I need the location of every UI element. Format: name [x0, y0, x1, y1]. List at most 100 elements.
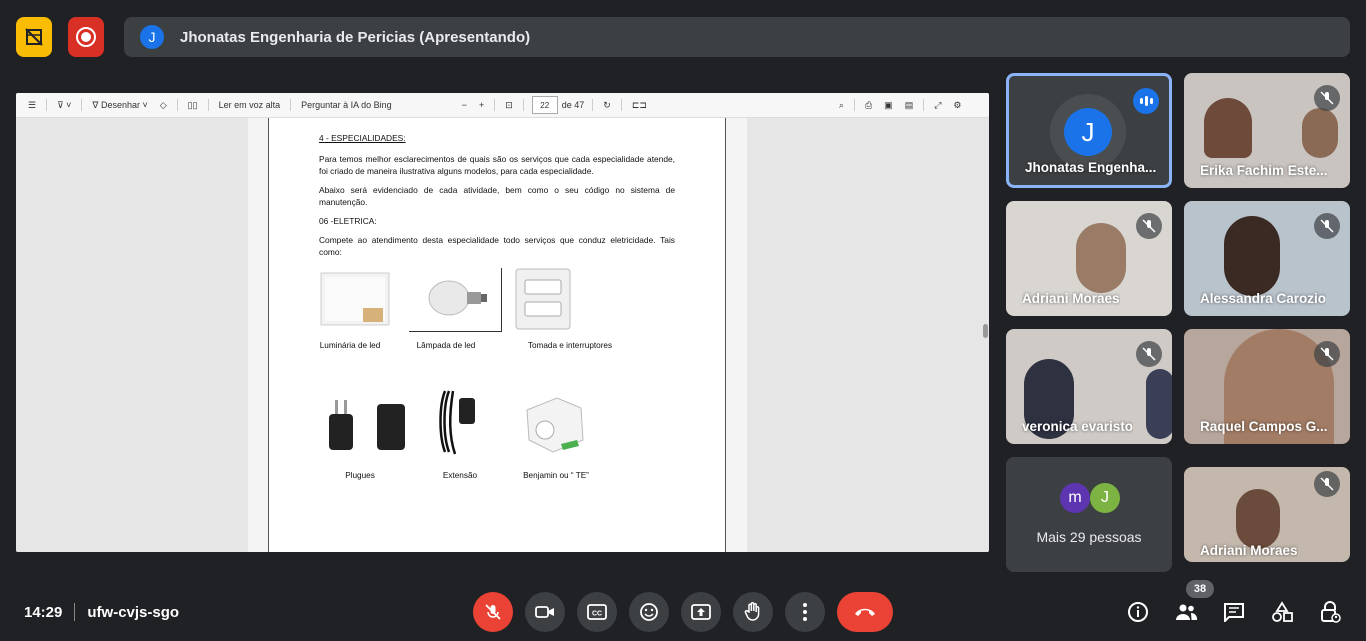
- fit-page-icon[interactable]: ⊡: [505, 100, 513, 111]
- benjamin-adapter-image: [517, 390, 597, 460]
- eraser-icon[interactable]: ◇: [160, 100, 167, 111]
- doc-paragraph: Para temos melhor esclarecimentos de qua…: [319, 154, 675, 176]
- camera-icon: [535, 606, 554, 618]
- plugs-image: [321, 394, 413, 458]
- ask-bing-button[interactable]: Perguntar à IA do Bing: [301, 100, 392, 110]
- caption: Plugues: [345, 471, 375, 480]
- film-off-icon: [25, 28, 43, 46]
- save-as-icon[interactable]: ▤: [905, 100, 914, 111]
- mic-off-icon: [1314, 341, 1340, 367]
- participant-tile-adriani-2[interactable]: Adriani Moraes: [1184, 467, 1350, 562]
- host-controls-button[interactable]: [1316, 598, 1344, 626]
- zoom-in-icon[interactable]: +: [479, 100, 484, 110]
- lock-person-icon: [1321, 601, 1341, 623]
- doc-heading: 4 - ESPECIALIDADES:: [319, 133, 406, 143]
- caption: Benjamin ou “ TE”: [523, 471, 589, 480]
- shapes-icon: [1272, 601, 1293, 622]
- pdf-toolbar: ☰ ⊽ ˅ ∇ Desenhar ˅ ◇ ▯▯ Ler em voz alta …: [16, 93, 989, 118]
- mic-off-icon: [485, 604, 501, 620]
- hang-up-icon: [855, 608, 875, 616]
- caption: Extensão: [442, 471, 478, 480]
- captions-button[interactable]: CC: [577, 592, 617, 632]
- draw-icon: ∇: [92, 99, 101, 110]
- fullscreen-icon[interactable]: ⤢: [934, 100, 941, 111]
- doc-section-title: 06 -ELETRICA:: [319, 216, 377, 226]
- participant-tile-jhonatas[interactable]: J Jhonatas Engenha...: [1006, 73, 1172, 188]
- extension-image: [435, 386, 483, 462]
- present-screen-button[interactable]: [681, 592, 721, 632]
- participant-name: veronica evaristo: [1022, 419, 1134, 434]
- recording-button[interactable]: [68, 17, 104, 57]
- save-icon[interactable]: ▣: [884, 100, 893, 111]
- two-page-icon[interactable]: ⊏⊐: [632, 100, 647, 111]
- shared-screen: ☰ ⊽ ˅ ∇ Desenhar ˅ ◇ ▯▯ Ler em voz alta …: [16, 93, 989, 552]
- participant-avatar: J: [1090, 483, 1120, 513]
- chat-button[interactable]: [1220, 598, 1248, 626]
- led-bulb-image: [409, 268, 502, 332]
- search-icon[interactable]: ⌕: [839, 100, 844, 111]
- mic-off-icon: [1314, 213, 1340, 239]
- participant-name: Erika Fachim Este...: [1200, 163, 1328, 178]
- more-vert-icon: [803, 603, 807, 621]
- presenter-bar: J Jhonatas Engenharia de Pericias (Apres…: [124, 17, 1350, 57]
- contents-icon[interactable]: ☰: [28, 100, 36, 111]
- closed-captions-icon: CC: [587, 604, 607, 620]
- participant-avatar: m: [1060, 483, 1090, 513]
- outlet-image: [515, 268, 571, 334]
- pdf-page: 4 - ESPECIALIDADES: Para temos melhor es…: [268, 118, 726, 552]
- camera-toggle-button[interactable]: [525, 592, 565, 632]
- present-icon: [691, 604, 711, 620]
- doc-paragraph: Compete ao atendimento desta especialida…: [319, 235, 675, 257]
- participant-name: Adriani Moraes: [1022, 291, 1120, 306]
- read-aloud-button[interactable]: Ler em voz alta: [219, 100, 281, 110]
- page-number-input[interactable]: 22: [531, 96, 558, 114]
- meeting-code: ufw-cvjs-sgo: [87, 603, 180, 621]
- participant-tile-adriani[interactable]: Adriani Moraes: [1006, 201, 1172, 316]
- more-participants-tile[interactable]: m J Mais 29 pessoas: [1006, 457, 1172, 572]
- mic-off-icon: [1136, 213, 1162, 239]
- settings-icon[interactable]: ⚙: [953, 100, 961, 111]
- more-options-button[interactable]: [785, 592, 825, 632]
- camera-off-indicator-button[interactable]: [16, 17, 52, 57]
- meeting-details-button[interactable]: [1124, 598, 1152, 626]
- participant-name: Alessandra Carozio: [1200, 291, 1327, 306]
- participant-tile-raquel[interactable]: Raquel Campos G...: [1184, 329, 1350, 444]
- doc-paragraph: Abaixo será evidenciado de cada atividad…: [319, 185, 675, 207]
- participant-name: Raquel Campos G...: [1200, 419, 1328, 434]
- participant-name: Adriani Moraes: [1200, 543, 1298, 558]
- presenter-avatar: J: [140, 25, 164, 49]
- highlight-icon[interactable]: ⊽ ˅: [57, 100, 71, 111]
- participant-tile-erika[interactable]: Erika Fachim Este...: [1184, 73, 1350, 188]
- zoom-out-icon[interactable]: −: [462, 100, 467, 110]
- info-icon: [1128, 602, 1148, 622]
- caption: Tomada e interruptores: [527, 341, 613, 350]
- caption: Luminária de led: [319, 341, 381, 350]
- svg-text:CC: CC: [592, 611, 602, 618]
- people-button[interactable]: [1172, 598, 1200, 626]
- mic-toggle-button[interactable]: [473, 592, 513, 632]
- draw-button[interactable]: ∇ Desenhar ˅: [92, 100, 147, 111]
- emoji-icon: [640, 603, 658, 621]
- page-view-icon[interactable]: ▯▯: [188, 100, 198, 111]
- reactions-button[interactable]: [629, 592, 669, 632]
- led-panel-image: [319, 268, 391, 332]
- participant-tile-alessandra[interactable]: Alessandra Carozio: [1184, 201, 1350, 316]
- speaking-indicator-icon: [1133, 88, 1159, 114]
- chat-icon: [1224, 603, 1244, 622]
- pdf-scrollbar[interactable]: [983, 324, 988, 338]
- record-icon: [76, 27, 96, 47]
- print-icon[interactable]: ⎙: [865, 100, 872, 111]
- presenter-label: Jhonatas Engenharia de Pericias (Apresen…: [180, 28, 531, 46]
- hand-icon: [744, 602, 760, 621]
- mic-off-icon: [1314, 471, 1340, 497]
- leave-call-button[interactable]: [837, 592, 893, 632]
- rotate-icon[interactable]: ↻: [603, 100, 611, 111]
- participant-name: Jhonatas Engenha...: [1025, 160, 1157, 175]
- meeting-info: 14:29 ufw-cvjs-sgo: [24, 603, 179, 621]
- activities-button[interactable]: [1268, 598, 1296, 626]
- people-count-badge: 38: [1186, 580, 1214, 598]
- participant-tile-veronica[interactable]: veronica evaristo: [1006, 329, 1172, 444]
- raise-hand-button[interactable]: [733, 592, 773, 632]
- caption: Lâmpada de led: [416, 341, 476, 350]
- pdf-viewport[interactable]: 4 - ESPECIALIDADES: Para temos melhor es…: [16, 118, 989, 552]
